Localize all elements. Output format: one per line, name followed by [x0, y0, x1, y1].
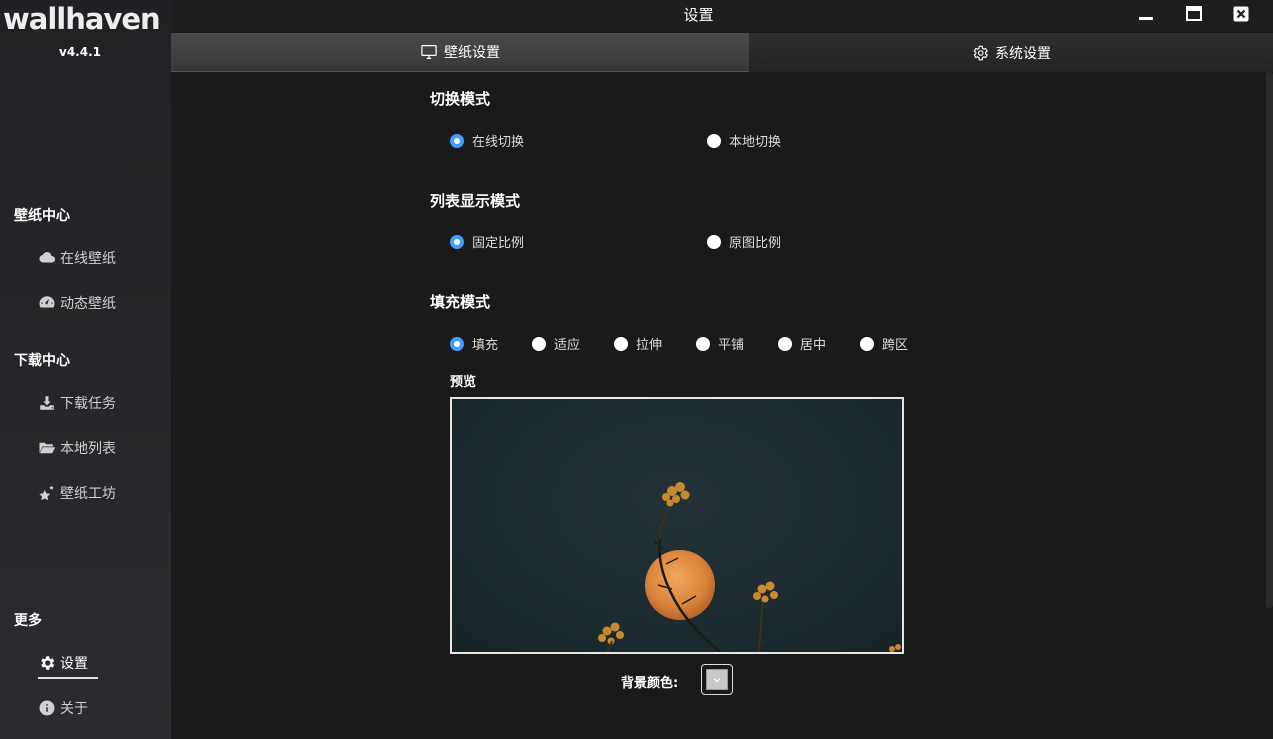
minimize-button[interactable]	[1126, 0, 1166, 28]
gear-outline-icon	[973, 45, 988, 60]
section-title-more: 更多	[14, 613, 42, 629]
sidebar-item-label: 动态壁纸	[60, 296, 116, 312]
radio-dot[interactable]	[614, 336, 628, 351]
tab-label: 系统设置	[995, 45, 1051, 62]
cloud-icon	[39, 252, 56, 263]
sidebar-item-label: 本地列表	[60, 441, 116, 457]
sidebar-item-label: 下载任务	[60, 396, 116, 412]
scrollbar[interactable]	[1266, 72, 1273, 608]
tab-system-settings[interactable]: 系统设置	[749, 33, 1273, 72]
radio-dot[interactable]	[696, 336, 710, 351]
active-indicator	[38, 677, 98, 679]
radio-stretch[interactable]: 拉伸	[614, 334, 662, 353]
radio-center[interactable]: 居中	[778, 334, 826, 353]
settings-tabs: 壁纸设置 系统设置	[171, 33, 1273, 72]
app-logo: wallhaven	[3, 2, 161, 36]
radio-dot[interactable]	[860, 336, 874, 351]
radio-fixed-ratio[interactable]: 固定比例	[450, 232, 524, 251]
radio-label: 填充	[472, 338, 499, 353]
tab-wallpaper-settings[interactable]: 壁纸设置	[171, 33, 749, 72]
radio-label: 在线切换	[472, 135, 525, 150]
color-swatch[interactable]	[706, 669, 728, 690]
radio-label: 平铺	[718, 338, 745, 353]
preview-heading: 预览	[450, 375, 477, 390]
radio-label: 原图比例	[729, 236, 782, 251]
sidebar-item-label: 关于	[60, 701, 88, 717]
wallpaper-preview-image	[598, 482, 901, 652]
tab-label: 壁纸设置	[444, 45, 500, 61]
radio-online-switch[interactable]: 在线切换	[450, 131, 524, 150]
radio-fit[interactable]: 适应	[532, 334, 580, 353]
radio-dot[interactable]	[778, 336, 792, 351]
switch-mode-heading: 切换模式	[430, 90, 491, 108]
chevron-down-icon	[713, 677, 721, 682]
radio-label: 居中	[800, 338, 827, 353]
fill-mode-heading: 填充模式	[430, 293, 491, 311]
section-title-download: 下载中心	[14, 353, 70, 369]
info-icon	[39, 700, 55, 716]
section-title-wallpaper: 壁纸中心	[14, 208, 70, 224]
sidebar-item-label: 在线壁纸	[60, 251, 116, 267]
radio-dot[interactable]	[450, 234, 464, 249]
bg-color-label: 背景颜色:	[621, 676, 679, 691]
radio-label: 拉伸	[636, 338, 663, 353]
download-icon	[40, 396, 54, 410]
radio-label: 本地切换	[729, 135, 782, 150]
sidebar-item-label: 设置	[60, 656, 88, 672]
window-title: 设置	[683, 6, 714, 24]
sidebar-item-dynamic-wallpaper[interactable]: 动态壁纸	[38, 291, 116, 315]
sidebar-item-download-tasks[interactable]: 下载任务	[38, 391, 116, 415]
gear-icon	[41, 656, 55, 670]
monitor-icon	[421, 45, 437, 59]
radio-label: 跨区	[882, 338, 909, 353]
minimize-icon	[1139, 17, 1153, 20]
radio-dot[interactable]	[450, 336, 464, 351]
close-icon	[1233, 6, 1249, 22]
bg-color-picker[interactable]	[701, 664, 733, 695]
sidebar: wallhaven v4.4.1 壁纸中心 在线壁纸 动态壁纸 下载中心 下载任…	[0, 0, 171, 739]
sidebar-item-settings[interactable]: 设置	[38, 651, 88, 675]
magic-star-icon	[39, 485, 54, 501]
sidebar-item-wallpaper-workshop[interactable]: 壁纸工坊	[38, 481, 116, 505]
sidebar-item-local-list[interactable]: 本地列表	[38, 436, 116, 460]
app-version: v4.4.1	[59, 45, 101, 59]
sidebar-item-online-wallpaper[interactable]: 在线壁纸	[38, 246, 116, 270]
radio-label: 适应	[554, 338, 581, 353]
wallpaper-preview	[450, 397, 904, 654]
maximize-button[interactable]	[1174, 0, 1214, 28]
radio-label: 固定比例	[472, 236, 525, 251]
radio-fill[interactable]: 填充	[450, 334, 498, 353]
list-mode-heading: 列表显示模式	[430, 192, 521, 210]
radio-local-switch[interactable]: 本地切换	[707, 131, 781, 150]
close-button[interactable]	[1221, 0, 1261, 28]
folder-open-icon	[39, 442, 56, 454]
title-bar[interactable]: 设置	[171, 0, 1273, 32]
sidebar-item-label: 壁纸工坊	[60, 486, 116, 502]
radio-tile[interactable]: 平铺	[696, 334, 744, 353]
radio-original-ratio[interactable]: 原图比例	[707, 232, 781, 251]
radio-dot[interactable]	[450, 133, 464, 148]
radio-dot[interactable]	[707, 234, 721, 249]
radio-dot[interactable]	[532, 336, 546, 351]
radio-span[interactable]: 跨区	[860, 334, 908, 353]
sidebar-item-about[interactable]: 关于	[38, 696, 88, 720]
radio-dot[interactable]	[707, 133, 721, 148]
gauge-icon	[39, 296, 55, 308]
maximize-icon	[1186, 6, 1202, 21]
